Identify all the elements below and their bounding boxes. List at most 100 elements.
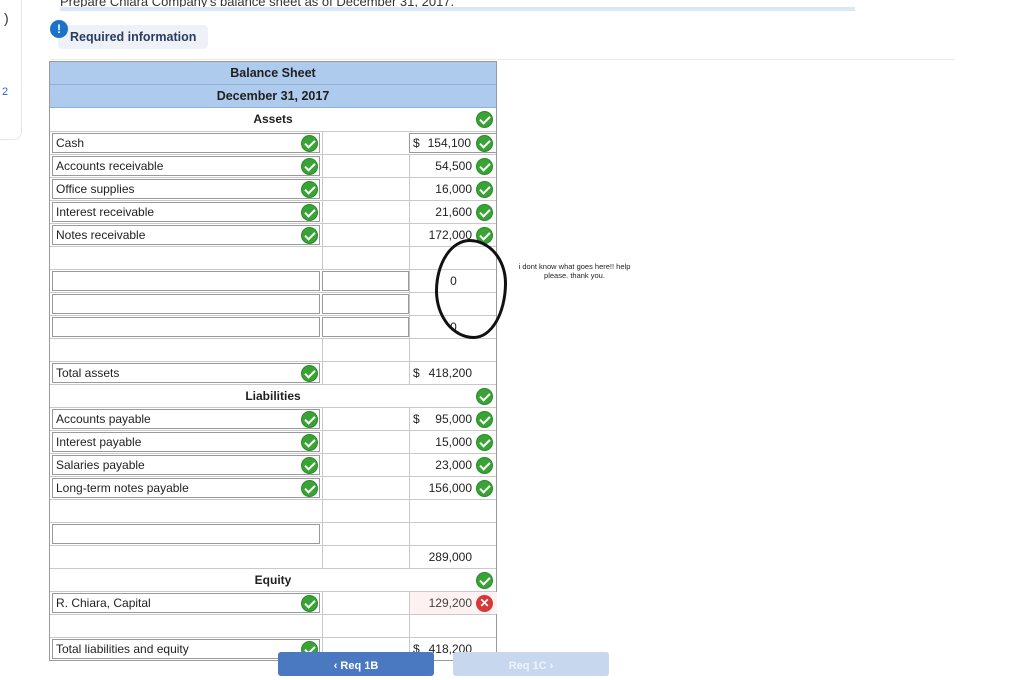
check-icon xyxy=(301,135,318,152)
total-value: 156,000 xyxy=(428,481,472,495)
asset-label-input[interactable]: Interest receivable xyxy=(52,202,320,222)
blank-amount-input[interactable] xyxy=(322,523,409,545)
table-row: Interest receivable 21,600 xyxy=(50,200,496,223)
blank-amount-input[interactable] xyxy=(322,317,409,337)
blank-label-input[interactable] xyxy=(52,524,320,544)
blank-total xyxy=(409,247,497,269)
liability-label-input[interactable]: Interest payable xyxy=(52,432,320,452)
dollar-sign: $ xyxy=(413,412,420,426)
amount-input[interactable] xyxy=(322,201,409,223)
asset-label-input[interactable]: Notes receivable xyxy=(52,225,320,245)
blank-amount xyxy=(322,500,409,522)
blank-label-input[interactable] xyxy=(52,317,320,337)
amount-input[interactable] xyxy=(322,132,409,154)
total-value: 21,600 xyxy=(435,205,472,219)
table-row: Interest payable 15,000 xyxy=(50,430,496,453)
question-title: Prepare Chiara Company's balance sheet a… xyxy=(60,0,855,11)
check-icon xyxy=(476,434,493,451)
table-row: Office supplies 16,000 xyxy=(50,177,496,200)
total-assets-value: $418,200 xyxy=(409,362,497,384)
blank-total xyxy=(409,615,497,637)
table-row-blank xyxy=(50,499,496,522)
asset-label-input[interactable]: Accounts receivable xyxy=(52,156,320,176)
next-req-button[interactable]: Req 1C › xyxy=(453,652,609,676)
sheet-title: Balance Sheet xyxy=(50,62,496,85)
total-assets-label[interactable]: Total assets xyxy=(52,363,320,383)
blank-label-input[interactable] xyxy=(52,294,320,314)
blank-total xyxy=(409,293,497,315)
check-icon xyxy=(476,181,493,198)
blank-label xyxy=(50,500,322,522)
rail-link[interactable]: 2 xyxy=(2,86,8,98)
check-icon xyxy=(301,434,318,451)
blank-amount xyxy=(322,615,409,637)
check-icon xyxy=(476,572,493,589)
amount-input[interactable] xyxy=(322,477,409,499)
amount-input[interactable] xyxy=(322,431,409,453)
amount-input[interactable] xyxy=(322,592,409,614)
total-value: 23,000 xyxy=(435,458,472,472)
check-icon xyxy=(301,457,318,474)
blank-total-input[interactable]: 0 xyxy=(409,316,497,338)
blank-label xyxy=(50,247,322,269)
check-icon xyxy=(476,457,493,474)
blank-amount xyxy=(322,546,409,568)
left-rail: ) 2 xyxy=(0,0,22,140)
sheet-date: December 31, 2017 xyxy=(50,85,496,108)
table-row-blank xyxy=(50,292,496,315)
check-icon xyxy=(476,480,493,497)
check-icon xyxy=(301,227,318,244)
total-value: 54,500 xyxy=(435,159,472,173)
section-liabilities: Liabilities xyxy=(50,384,496,407)
table-row: Long-term notes payable 156,000 xyxy=(50,476,496,499)
liability-label-input[interactable]: Long-term notes payable xyxy=(52,478,320,498)
blank-amount xyxy=(322,247,409,269)
blank-total xyxy=(409,523,497,545)
blank-amount-input[interactable] xyxy=(322,294,409,314)
table-row-blank xyxy=(50,522,496,545)
liability-label-input[interactable]: Salaries payable xyxy=(52,455,320,475)
table-row: Salaries payable 23,000 xyxy=(50,453,496,476)
liability-label-input[interactable]: Accounts payable xyxy=(52,409,320,429)
amount-input xyxy=(322,362,409,384)
section-assets: Assets xyxy=(50,108,496,131)
required-info-label[interactable]: Required information xyxy=(58,25,209,49)
blank-label xyxy=(50,546,322,568)
total-value: 418,200 xyxy=(428,366,472,380)
handwritten-note: i dont know what goes here!! help please… xyxy=(518,262,631,280)
blank-total xyxy=(409,339,497,361)
blank-total-input[interactable]: 0 xyxy=(409,270,497,292)
check-icon xyxy=(476,204,493,221)
check-icon xyxy=(476,388,493,405)
table-row: R. Chiara, Capital 129,200 ✕ xyxy=(50,591,497,614)
table-row-blank: 0 xyxy=(50,269,496,292)
check-icon xyxy=(476,227,493,244)
table-row-blank: 0 xyxy=(50,315,496,338)
amount-input[interactable] xyxy=(322,454,409,476)
total-value: 16,000 xyxy=(435,182,472,196)
total-value: 172,000 xyxy=(428,228,472,242)
rail-paren: ) xyxy=(4,10,9,26)
asset-label-input[interactable]: Office supplies xyxy=(52,179,320,199)
table-row: Accounts receivable 54,500 xyxy=(50,154,496,177)
amount-input[interactable] xyxy=(322,178,409,200)
balance-sheet-table: Balance Sheet December 31, 2017 Assets C… xyxy=(49,61,497,661)
blank-label-input[interactable] xyxy=(52,271,320,291)
blank-amount-input[interactable] xyxy=(322,271,409,291)
prev-req-button[interactable]: ‹ Req 1B xyxy=(278,652,434,676)
total-assets-row: Total assets $418,200 xyxy=(50,361,496,384)
amount-input[interactable] xyxy=(322,155,409,177)
table-row: Notes receivable 172,000 xyxy=(50,223,496,246)
capital-label-input[interactable]: R. Chiara, Capital xyxy=(52,593,320,613)
amount-input[interactable] xyxy=(322,224,409,246)
total-liabilities-row: 289,000 xyxy=(50,545,496,568)
dollar-sign: $ xyxy=(413,366,420,380)
asset-label-input[interactable]: Cash xyxy=(52,133,320,153)
section-equity: Equity xyxy=(50,568,496,591)
check-icon xyxy=(476,111,493,128)
blank-amount xyxy=(322,339,409,361)
table-row-blank xyxy=(50,338,496,361)
check-icon xyxy=(301,181,318,198)
amount-input[interactable] xyxy=(322,408,409,430)
blank-total xyxy=(409,500,497,522)
